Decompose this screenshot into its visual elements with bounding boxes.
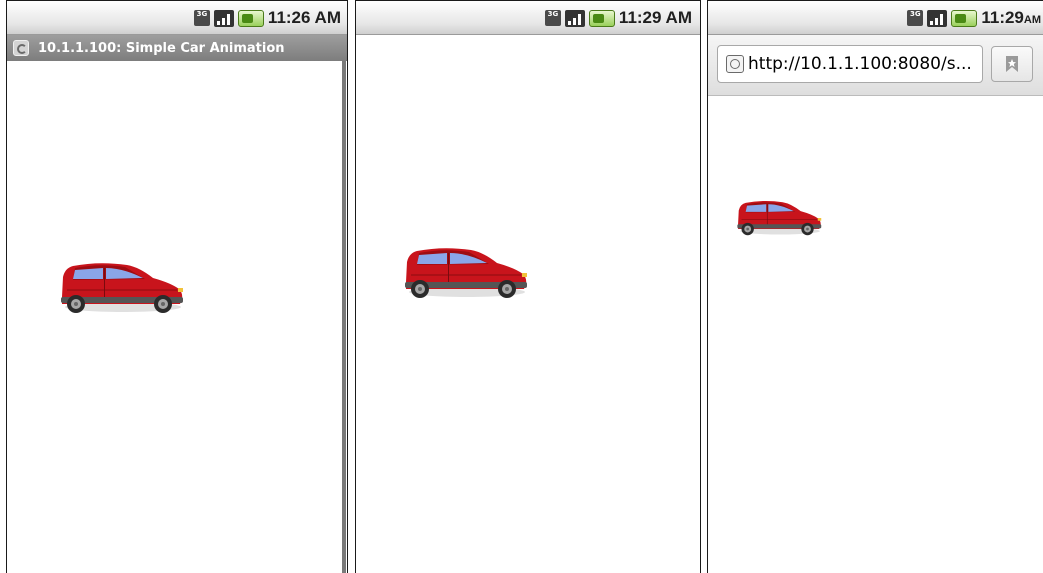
network-3g-icon: 3G (907, 10, 924, 26)
red-car-image (737, 200, 822, 236)
red-car-image (405, 248, 527, 298)
battery-icon (237, 9, 264, 27)
phone-screen-2: 3G 11:29 AM (355, 0, 701, 573)
url-field[interactable]: http://10.1.1.100:8080/s... (717, 45, 983, 83)
signal-strength-icon (564, 9, 585, 27)
browser-url-bar: http://10.1.1.100:8080/s... (708, 35, 1043, 96)
title-text: 10.1.1.100: Simple Car Animation (38, 40, 285, 56)
battery-icon (588, 9, 615, 27)
phone-screen-3: 3G 11:29AM http://10.1.1.100:8080/s... (707, 0, 1043, 573)
title-bar: 10.1.1.100: Simple Car Animation (7, 35, 347, 61)
status-clock: 11:29 AM (618, 8, 692, 27)
app-icon (13, 40, 29, 56)
status-bar: 3G 11:26 AM (7, 1, 347, 35)
network-3g-icon: 3G (193, 10, 210, 26)
status-clock: 11:29AM (981, 8, 1041, 27)
network-3g-icon: 3G (544, 10, 561, 26)
status-clock: 11:26 AM (267, 8, 341, 27)
url-text: http://10.1.1.100:8080/s... (748, 54, 972, 74)
bookmark-button[interactable] (991, 46, 1033, 82)
signal-strength-icon (927, 9, 948, 27)
battery-icon (951, 9, 978, 27)
bookmark-icon (1006, 56, 1018, 72)
globe-icon (726, 55, 744, 73)
status-bar: 3G 11:29 AM (356, 1, 700, 35)
phone-screen-1: 3G 11:26 AM 10.1.1.100: Simple Car Anima… (6, 0, 348, 573)
status-bar: 3G 11:29AM (708, 1, 1043, 35)
signal-strength-icon (213, 9, 234, 27)
scrollbar[interactable] (342, 61, 346, 573)
red-car-image (61, 263, 183, 313)
